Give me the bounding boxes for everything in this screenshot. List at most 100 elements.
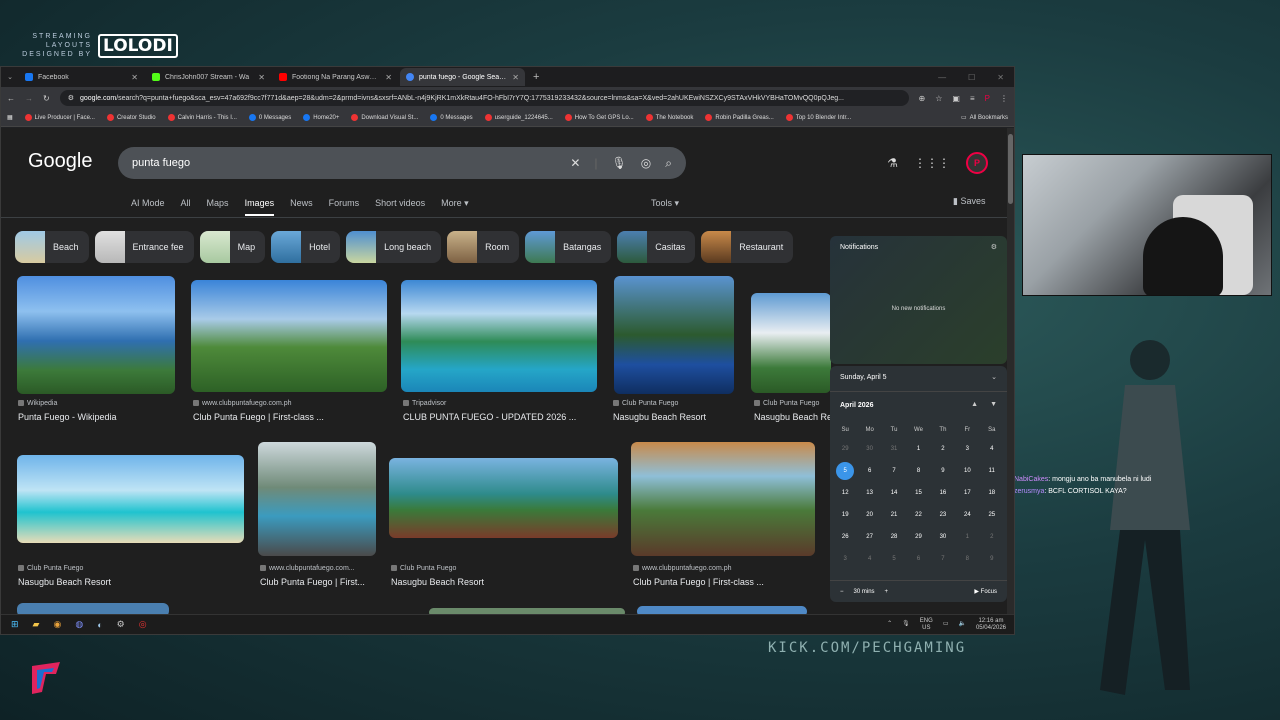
tab-search-icon[interactable]: ⌄ xyxy=(1,73,19,81)
calendar-day[interactable]: 2 xyxy=(980,526,1004,548)
calendar-day[interactable]: 17 xyxy=(955,482,979,504)
result-image[interactable] xyxy=(17,276,175,394)
calendar-day[interactable]: 5 xyxy=(833,460,857,482)
calendar-day[interactable]: 6 xyxy=(906,548,930,570)
nav-images[interactable]: Images xyxy=(244,198,275,216)
close-icon[interactable]: ✕ xyxy=(385,73,392,82)
clock[interactable]: 12:16 am 05/04/2026 xyxy=(976,618,1006,632)
calendar-day[interactable]: 28 xyxy=(882,526,906,548)
chip-map[interactable]: Map xyxy=(199,231,266,263)
search-box[interactable]: punta fuego ✕ | 🎙 ◎ ⌕ xyxy=(118,147,686,179)
result-title[interactable]: Club Punta Fuego | First... xyxy=(260,577,365,587)
nav-all[interactable]: All xyxy=(181,198,191,216)
obs-icon[interactable]: ◎ xyxy=(139,619,147,630)
calendar-day[interactable]: 30 xyxy=(931,526,955,548)
increase-duration-button[interactable]: + xyxy=(885,589,889,595)
back-icon[interactable]: ← xyxy=(7,94,15,103)
chip-hotel[interactable]: Hotel xyxy=(271,231,341,263)
close-window-icon[interactable]: ✕ xyxy=(997,73,1004,82)
result-title[interactable]: Punta Fuego - Wikipedia xyxy=(18,412,117,422)
bookmark-item[interactable]: 0 Messages xyxy=(430,114,473,121)
calendar-day[interactable]: 29 xyxy=(833,438,857,460)
nav-short-videos[interactable]: Short videos xyxy=(375,198,425,216)
calendar-day[interactable]: 23 xyxy=(931,504,955,526)
result-image[interactable] xyxy=(258,442,376,556)
focus-button[interactable]: ▶ Focus xyxy=(974,588,997,595)
bookmark-item[interactable]: Download Visual St... xyxy=(351,114,418,121)
calendar-day[interactable]: 6 xyxy=(857,460,881,482)
chevron-up-icon[interactable]: ▲ xyxy=(971,401,978,408)
result-image[interactable] xyxy=(614,276,734,394)
new-tab-button[interactable]: + xyxy=(533,71,539,83)
calendar-day[interactable]: 7 xyxy=(931,548,955,570)
zoom-icon[interactable]: ⊕ xyxy=(919,94,926,103)
close-icon[interactable]: ✕ xyxy=(258,73,265,82)
search-icon[interactable]: ⌕ xyxy=(665,156,672,171)
calendar-day[interactable]: 27 xyxy=(857,526,881,548)
bookmark-item[interactable]: The Notebook xyxy=(645,114,693,121)
bookmark-star-icon[interactable]: ☆ xyxy=(935,94,942,103)
bookmark-item[interactable]: Robin Padilla Greas... xyxy=(705,114,774,121)
minimize-icon[interactable]: — xyxy=(938,73,946,82)
tab-google-search[interactable]: punta fuego - Google Search ✕ xyxy=(400,68,525,86)
bookmark-item[interactable]: Live Producer | Face... xyxy=(24,114,95,121)
result-title[interactable]: Nasugbu Beach Re xyxy=(754,412,832,422)
chip-batangas[interactable]: Batangas xyxy=(525,231,612,263)
media-icon[interactable]: ≡ xyxy=(970,94,975,103)
result-image[interactable] xyxy=(389,458,618,538)
file-explorer-icon[interactable]: ▰ xyxy=(33,619,40,630)
clear-icon[interactable]: ✕ xyxy=(570,156,580,171)
nav-forums[interactable]: Forums xyxy=(329,198,360,216)
discord-icon[interactable]: ◍ xyxy=(75,619,83,630)
address-bar[interactable]: ⚙ google.com/search?q=punta+fuego&sca_es… xyxy=(59,90,909,106)
calendar-day[interactable]: 19 xyxy=(833,504,857,526)
notification-settings-icon[interactable]: ⚙ xyxy=(991,243,997,251)
nav-ai-mode[interactable]: AI Mode xyxy=(131,198,165,216)
calendar-day[interactable]: 2 xyxy=(931,438,955,460)
chip-long-beach[interactable]: Long beach xyxy=(346,231,442,263)
chip-room[interactable]: Room xyxy=(447,231,520,263)
site-info-icon[interactable]: ⚙ xyxy=(68,94,74,102)
chip-beach[interactable]: Beach xyxy=(15,231,89,263)
apps-icon[interactable]: ▦ xyxy=(7,114,13,121)
scrollbar-thumb[interactable] xyxy=(1008,134,1013,204)
page-scrollbar[interactable] xyxy=(1007,128,1014,616)
microphone-tray-icon[interactable]: 🎙 xyxy=(902,621,910,628)
calendar-day[interactable]: 30 xyxy=(857,438,881,460)
calendar-day[interactable]: 3 xyxy=(833,548,857,570)
extensions-icon[interactable]: ▣ xyxy=(952,94,960,103)
microphone-icon[interactable]: 🎙 xyxy=(612,156,627,171)
nav-news[interactable]: News xyxy=(290,198,313,216)
calendar-day[interactable]: 4 xyxy=(857,548,881,570)
calendar-day[interactable]: 18 xyxy=(980,482,1004,504)
result-image[interactable] xyxy=(631,442,815,556)
calendar-month[interactable]: April 2026 xyxy=(840,402,873,409)
calendar-day[interactable]: 4 xyxy=(980,438,1004,460)
profile-icon[interactable]: P xyxy=(985,94,990,103)
tray-overflow-icon[interactable]: ⌃ xyxy=(887,621,892,628)
calendar-day[interactable]: 22 xyxy=(906,504,930,526)
result-image[interactable] xyxy=(401,280,597,392)
avatar[interactable]: P xyxy=(966,152,988,174)
calendar-day[interactable]: 20 xyxy=(857,504,881,526)
settings-gear-icon[interactable]: ⚙ xyxy=(117,619,125,630)
result-title[interactable]: Nasugbu Beach Resort xyxy=(18,577,111,587)
result-title[interactable]: Nasugbu Beach Resort xyxy=(613,412,706,422)
calendar-day[interactable]: 1 xyxy=(955,526,979,548)
calendar-day[interactable]: 5 xyxy=(882,548,906,570)
lens-icon[interactable]: ◎ xyxy=(641,156,651,171)
calendar-day[interactable]: 14 xyxy=(882,482,906,504)
network-icon[interactable]: ▭ xyxy=(943,621,949,628)
calendar-day[interactable]: 3 xyxy=(955,438,979,460)
menu-icon[interactable]: ⋮ xyxy=(1000,94,1008,103)
all-bookmarks[interactable]: ▭ All Bookmarks xyxy=(961,114,1008,122)
bookmark-item[interactable]: 0 Messages xyxy=(248,114,291,121)
chevron-down-icon[interactable]: ▼ xyxy=(990,401,997,408)
chip-restaurant[interactable]: Restaurant xyxy=(701,231,794,263)
calendar-day[interactable]: 15 xyxy=(906,482,930,504)
bookmark-item[interactable]: userguide_1224645... xyxy=(484,114,553,121)
calendar-day[interactable]: 29 xyxy=(906,526,930,548)
calendar-day[interactable]: 1 xyxy=(906,438,930,460)
saves-button[interactable]: ▮ Saves xyxy=(953,196,985,207)
bookmark-item[interactable]: How To Get GPS Lo... xyxy=(564,114,634,121)
